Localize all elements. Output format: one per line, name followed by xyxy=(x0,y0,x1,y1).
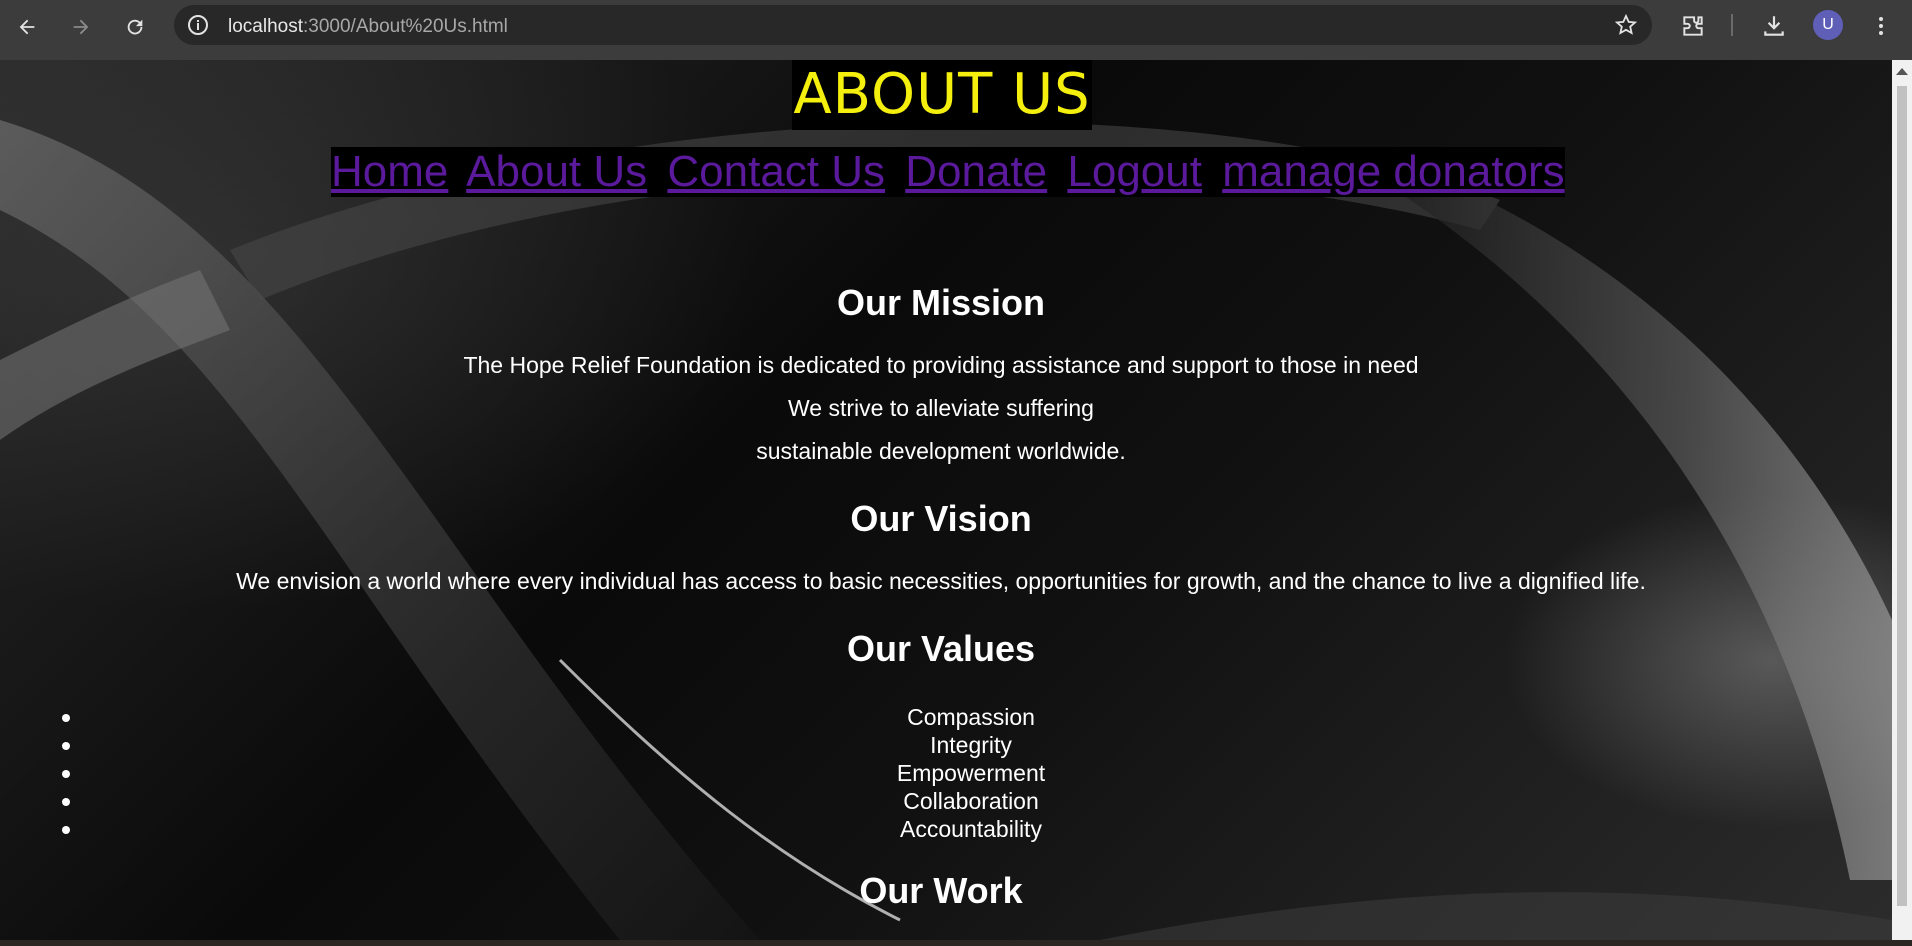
value-integrity: Integrity xyxy=(930,732,1012,758)
list-item: Empowerment xyxy=(0,759,1882,787)
value-collaboration: Collaboration xyxy=(903,788,1039,814)
back-arrow-icon[interactable] xyxy=(12,12,42,42)
window-bottom-edge xyxy=(0,940,1912,946)
mission-line-2: We strive to alleviate suffering xyxy=(788,395,1094,421)
address-bar[interactable]: localhost:3000/About%20Us.html xyxy=(174,5,1652,45)
scrollbar-thumb[interactable] xyxy=(1897,86,1907,906)
toolbar-divider xyxy=(1731,14,1733,36)
vision-heading: Our Vision xyxy=(850,498,1032,539)
vertical-scrollbar[interactable] xyxy=(1892,60,1912,940)
bullet-icon xyxy=(62,798,70,806)
url-host: localhost xyxy=(228,16,303,37)
nav-link-logout[interactable]: Logout xyxy=(1067,147,1202,196)
reload-icon[interactable] xyxy=(120,12,150,42)
list-item: Integrity xyxy=(0,731,1882,759)
bullet-icon xyxy=(62,742,70,750)
browser-toolbar: localhost:3000/About%20Us.html U xyxy=(0,0,1912,60)
nav-link-donate[interactable]: Donate xyxy=(905,147,1047,196)
bullet-icon xyxy=(62,826,70,834)
page-viewport: ABOUT US Home About Us Contact Us Donate… xyxy=(0,60,1892,940)
nav-link-about-us[interactable]: About Us xyxy=(466,147,647,196)
forward-arrow-icon[interactable] xyxy=(66,12,96,42)
download-icon[interactable] xyxy=(1760,12,1788,40)
site-title: ABOUT US xyxy=(792,60,1092,130)
list-item: Accountability xyxy=(0,815,1882,843)
nav-link-manage-donators[interactable]: manage donators xyxy=(1222,147,1564,196)
list-item: Collaboration xyxy=(0,787,1882,815)
mission-line-1: The Hope Relief Foundation is dedicated … xyxy=(463,352,1419,378)
more-vert-icon[interactable] xyxy=(1867,12,1895,40)
mission-heading: Our Mission xyxy=(836,282,1046,323)
values-heading: Our Values xyxy=(846,628,1036,669)
info-icon[interactable] xyxy=(186,13,210,37)
page-content: ABOUT US Home About Us Contact Us Donate… xyxy=(0,60,1892,940)
bullet-icon xyxy=(62,714,70,722)
nav-link-contact-us[interactable]: Contact Us xyxy=(667,147,885,196)
main-nav: Home About Us Contact Us Donate Logout m… xyxy=(331,147,1565,197)
nav-link-home[interactable]: Home xyxy=(331,147,448,196)
value-empowerment: Empowerment xyxy=(896,760,1046,786)
star-icon[interactable] xyxy=(1614,13,1638,37)
url-path: :3000/About%20Us.html xyxy=(303,16,508,37)
profile-avatar[interactable]: U xyxy=(1813,10,1843,40)
value-accountability: Accountability xyxy=(900,816,1042,842)
values-list: Compassion Integrity Empowerment Collabo… xyxy=(0,703,1882,843)
vision-text: We envision a world where every individu… xyxy=(236,568,1646,594)
value-compassion: Compassion xyxy=(907,704,1035,730)
url-text: localhost:3000/About%20Us.html xyxy=(228,16,508,38)
work-heading: Our Work xyxy=(859,870,1023,911)
scroll-up-icon[interactable] xyxy=(1896,68,1908,75)
list-item: Compassion xyxy=(0,703,1882,731)
extensions-icon[interactable] xyxy=(1679,12,1707,40)
bullet-icon xyxy=(62,770,70,778)
mission-line-3: sustainable development worldwide. xyxy=(756,438,1126,464)
